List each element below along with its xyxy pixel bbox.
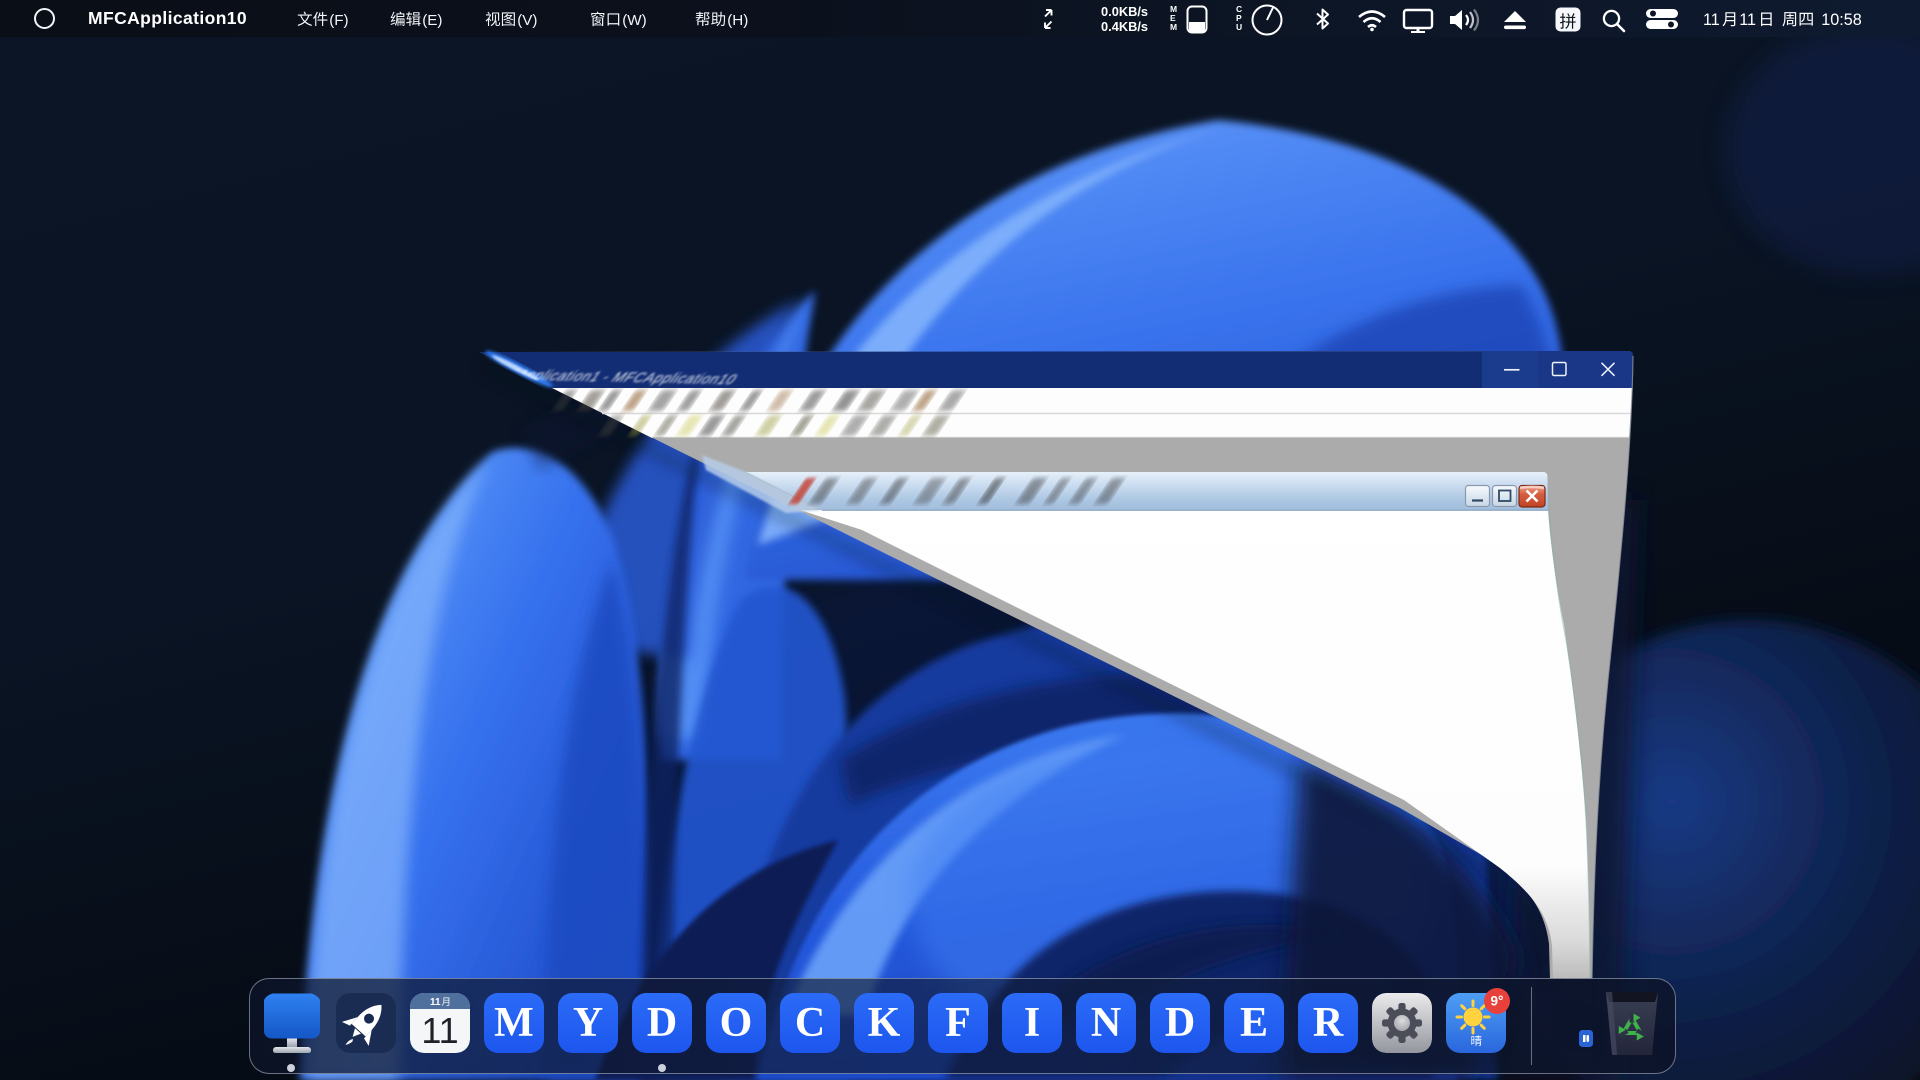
svg-text:(W): (W) xyxy=(622,12,646,29)
svg-text:11: 11 xyxy=(421,1010,458,1051)
svg-text:9°: 9° xyxy=(1491,994,1504,1009)
svg-text:(E): (E) xyxy=(422,12,442,29)
svg-text:11: 11 xyxy=(1739,11,1756,29)
svg-text:(V): (V) xyxy=(517,12,537,29)
svg-text:11: 11 xyxy=(430,997,441,1008)
svg-text:11: 11 xyxy=(1703,11,1720,29)
svg-text:10:58: 10:58 xyxy=(1821,11,1862,29)
svg-text:(F): (F) xyxy=(329,12,348,29)
svg-text:(H): (H) xyxy=(727,12,748,29)
